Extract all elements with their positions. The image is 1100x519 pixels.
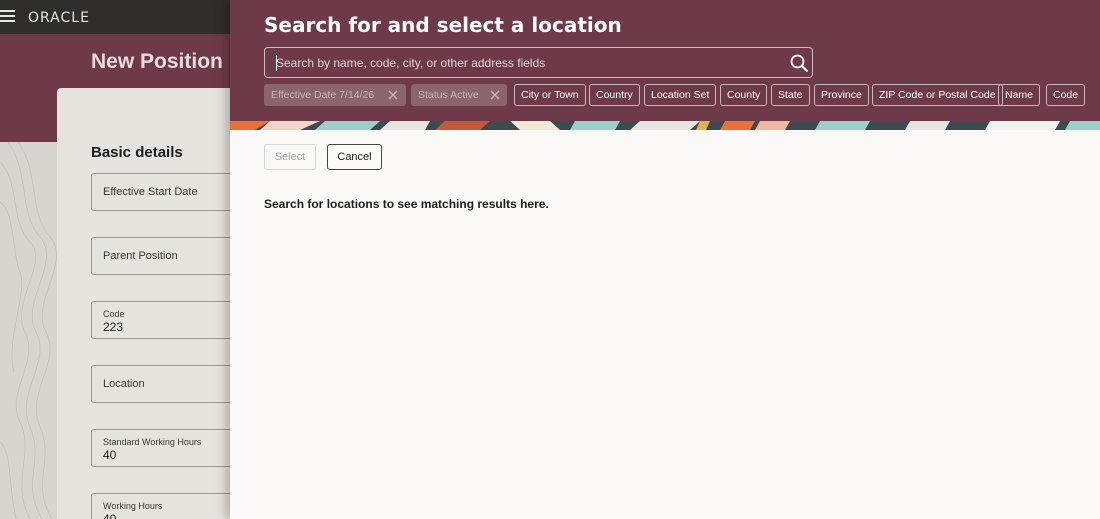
- remove-filter-icon[interactable]: [490, 90, 500, 100]
- filter-chip-code[interactable]: Code: [1046, 84, 1086, 106]
- select-button[interactable]: Select: [264, 144, 316, 170]
- cancel-button[interactable]: Cancel: [327, 144, 382, 170]
- filter-chip-effective-date[interactable]: Effective Date 7/14/26: [264, 84, 406, 106]
- search-input[interactable]: [276, 48, 776, 77]
- remove-filter-icon[interactable]: [388, 90, 398, 100]
- page-title: New Position: [91, 50, 223, 73]
- drawer-title: Search for and select a location: [264, 13, 622, 37]
- filter-chip-status[interactable]: Status Active: [411, 84, 507, 106]
- search-box[interactable]: [264, 47, 813, 78]
- location-search-drawer: Search for and select a location Effecti…: [230, 0, 1100, 519]
- empty-results-message: Search for locations to see matching res…: [264, 197, 549, 211]
- contour-pattern: [0, 142, 57, 519]
- filter-chip-county[interactable]: County: [720, 84, 768, 106]
- filter-chip-state[interactable]: State: [771, 84, 810, 106]
- hamburger-menu-icon[interactable]: [0, 10, 15, 23]
- section-title: Basic details: [91, 144, 183, 161]
- drawer-header: Search for and select a location Effecti…: [230, 0, 1100, 122]
- filter-chip-city-or-town[interactable]: City or Town: [514, 84, 586, 106]
- decorative-banner: [230, 121, 1100, 130]
- filter-chip-name[interactable]: Name: [998, 84, 1041, 106]
- search-icon[interactable]: [789, 53, 809, 73]
- filter-chip-location-set[interactable]: Location Set: [644, 84, 717, 106]
- filter-chip-zip-code[interactable]: ZIP Code or Postal Code: [872, 84, 1003, 106]
- filter-chip-province[interactable]: Province: [814, 84, 869, 106]
- oracle-logo: ORACLE: [28, 10, 90, 26]
- filter-chip-country[interactable]: Country: [589, 84, 640, 106]
